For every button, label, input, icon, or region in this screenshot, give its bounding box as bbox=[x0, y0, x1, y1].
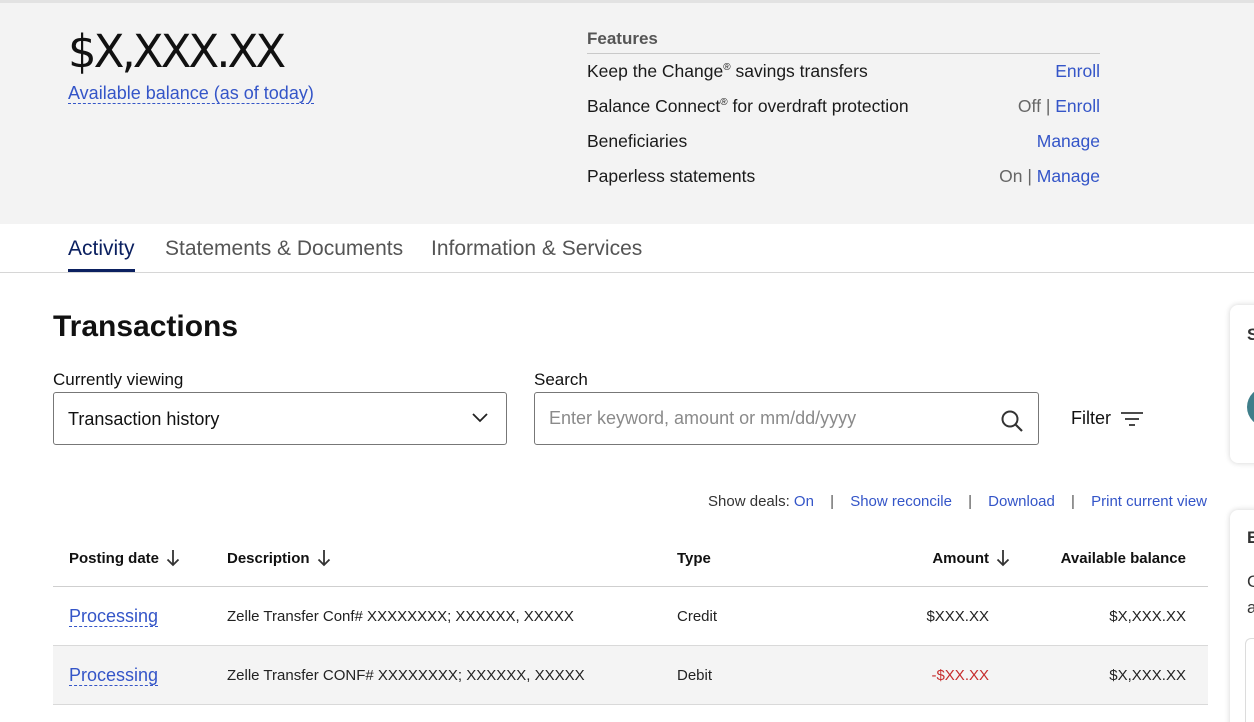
feature-row-paperless-statements: Paperless statements On | Manage bbox=[587, 159, 1100, 194]
column-header-type: Type bbox=[677, 549, 711, 567]
show-deals-label: Show deals: bbox=[708, 493, 790, 510]
tab-information-services[interactable]: Information & Services bbox=[431, 237, 642, 269]
table-header: Posting date Description Type Amount Ava… bbox=[53, 530, 1208, 587]
feature-name: Keep the Change® savings transfers bbox=[587, 61, 868, 81]
feature-separator: | bbox=[1027, 166, 1032, 186]
side-card-text: C bbox=[1247, 572, 1254, 591]
feature-separator: | bbox=[1045, 96, 1051, 116]
feature-status: On bbox=[999, 166, 1023, 186]
enroll-balance-connect-link[interactable]: Enroll bbox=[1055, 96, 1100, 116]
feature-name: Balance Connect® for overdraft protectio… bbox=[587, 96, 909, 116]
feature-row-balance-connect: Balance Connect® for overdraft protectio… bbox=[587, 89, 1100, 124]
filter-icon bbox=[1121, 411, 1143, 426]
toolbar-separator: | bbox=[968, 493, 972, 510]
processing-link[interactable]: Processing bbox=[69, 665, 159, 686]
search-input[interactable] bbox=[536, 394, 986, 443]
show-deals-toggle[interactable]: On bbox=[794, 493, 814, 510]
manage-paperless-link[interactable]: Manage bbox=[1037, 166, 1100, 186]
account-tabs: Activity Statements & Documents Informat… bbox=[0, 224, 1254, 273]
transaction-description: Zelle Transfer CONF# XXXXXXXX; XXXXXX, X… bbox=[227, 666, 585, 684]
side-card-text: a bbox=[1247, 598, 1254, 617]
transaction-balance: $X,XXX.XX bbox=[1109, 666, 1186, 684]
feature-actions: On | Manage bbox=[999, 166, 1100, 187]
feature-actions: Off | Enroll bbox=[1018, 96, 1100, 117]
side-card-inner-panel bbox=[1245, 638, 1254, 722]
table-row: Processing Zelle Transfer CONF# XXXXXXXX… bbox=[53, 646, 1208, 705]
search-box bbox=[534, 392, 1039, 445]
enroll-keep-the-change-link[interactable]: Enroll bbox=[1055, 61, 1100, 81]
column-header-posting-date[interactable]: Posting date bbox=[69, 530, 180, 586]
chevron-down-icon bbox=[472, 413, 488, 423]
side-card-title: S bbox=[1247, 325, 1254, 344]
features-heading: Features bbox=[587, 29, 1100, 54]
search-icon[interactable] bbox=[1000, 409, 1024, 433]
column-header-description[interactable]: Description bbox=[227, 530, 331, 586]
feature-actions: Manage bbox=[1037, 131, 1100, 152]
side-card-title: E bbox=[1247, 528, 1254, 547]
print-current-view-link[interactable]: Print current view bbox=[1091, 493, 1207, 510]
balance-amount: $X,XXX.XX bbox=[68, 25, 286, 78]
table-row: Processing Zelle Transfer Conf# XXXXXXXX… bbox=[53, 587, 1208, 646]
manage-beneficiaries-link[interactable]: Manage bbox=[1037, 131, 1100, 151]
features-panel: Features Keep the Change® savings transf… bbox=[587, 29, 1100, 194]
currently-viewing-select[interactable]: Transaction history bbox=[53, 392, 507, 445]
side-card-partial[interactable]: E C a bbox=[1230, 510, 1254, 722]
column-header-amount[interactable]: Amount bbox=[932, 530, 1010, 586]
transaction-description: Zelle Transfer Conf# XXXXXXXX; XXXXXX, X… bbox=[227, 607, 574, 625]
select-value: Transaction history bbox=[68, 409, 220, 429]
feature-row-keep-the-change: Keep the Change® savings transfers Enrol… bbox=[587, 54, 1100, 89]
column-header-available-balance: Available balance bbox=[1060, 549, 1186, 567]
tab-activity[interactable]: Activity bbox=[68, 237, 135, 272]
feature-actions: Enroll bbox=[1055, 61, 1100, 82]
download-link[interactable]: Download bbox=[988, 493, 1055, 510]
avatar-circle bbox=[1247, 387, 1254, 427]
account-summary: $X,XXX.XX Available balance (as of today… bbox=[0, 3, 1254, 224]
feature-name: Beneficiaries bbox=[587, 131, 688, 151]
transaction-amount: $XXX.XX bbox=[926, 607, 989, 625]
sort-arrow-down-icon[interactable] bbox=[166, 549, 180, 567]
feature-status: Off bbox=[1017, 96, 1041, 116]
show-reconcile-link[interactable]: Show reconcile bbox=[850, 493, 952, 510]
processing-link[interactable]: Processing bbox=[69, 606, 159, 627]
search-label: Search bbox=[534, 370, 588, 389]
feature-row-beneficiaries: Beneficiaries Manage bbox=[587, 124, 1100, 159]
transaction-balance: $X,XXX.XX bbox=[1109, 607, 1186, 625]
filter-button[interactable]: Filter bbox=[1071, 408, 1143, 429]
toolbar-separator: | bbox=[1071, 493, 1075, 510]
transaction-amount: -$XX.XX bbox=[931, 666, 989, 684]
currently-viewing-label: Currently viewing bbox=[53, 370, 184, 389]
sort-arrow-down-icon[interactable] bbox=[996, 549, 1010, 567]
transaction-type: Credit bbox=[677, 607, 718, 625]
tab-statements-documents[interactable]: Statements & Documents bbox=[165, 237, 403, 269]
transactions-table: Posting date Description Type Amount Ava… bbox=[53, 530, 1208, 705]
toolbar-separator: | bbox=[830, 493, 835, 510]
feature-name: Paperless statements bbox=[587, 166, 756, 186]
transaction-type: Debit bbox=[677, 666, 713, 684]
available-balance-link[interactable]: Available balance (as of today) bbox=[68, 83, 314, 104]
side-card-partial[interactable]: S bbox=[1230, 305, 1254, 463]
transactions-toolbar: Show deals: On | Show reconcile | Downlo… bbox=[708, 493, 1207, 510]
transactions-title: Transactions bbox=[53, 310, 239, 343]
sort-arrow-down-icon[interactable] bbox=[317, 549, 331, 567]
filter-label: Filter bbox=[1071, 408, 1111, 428]
